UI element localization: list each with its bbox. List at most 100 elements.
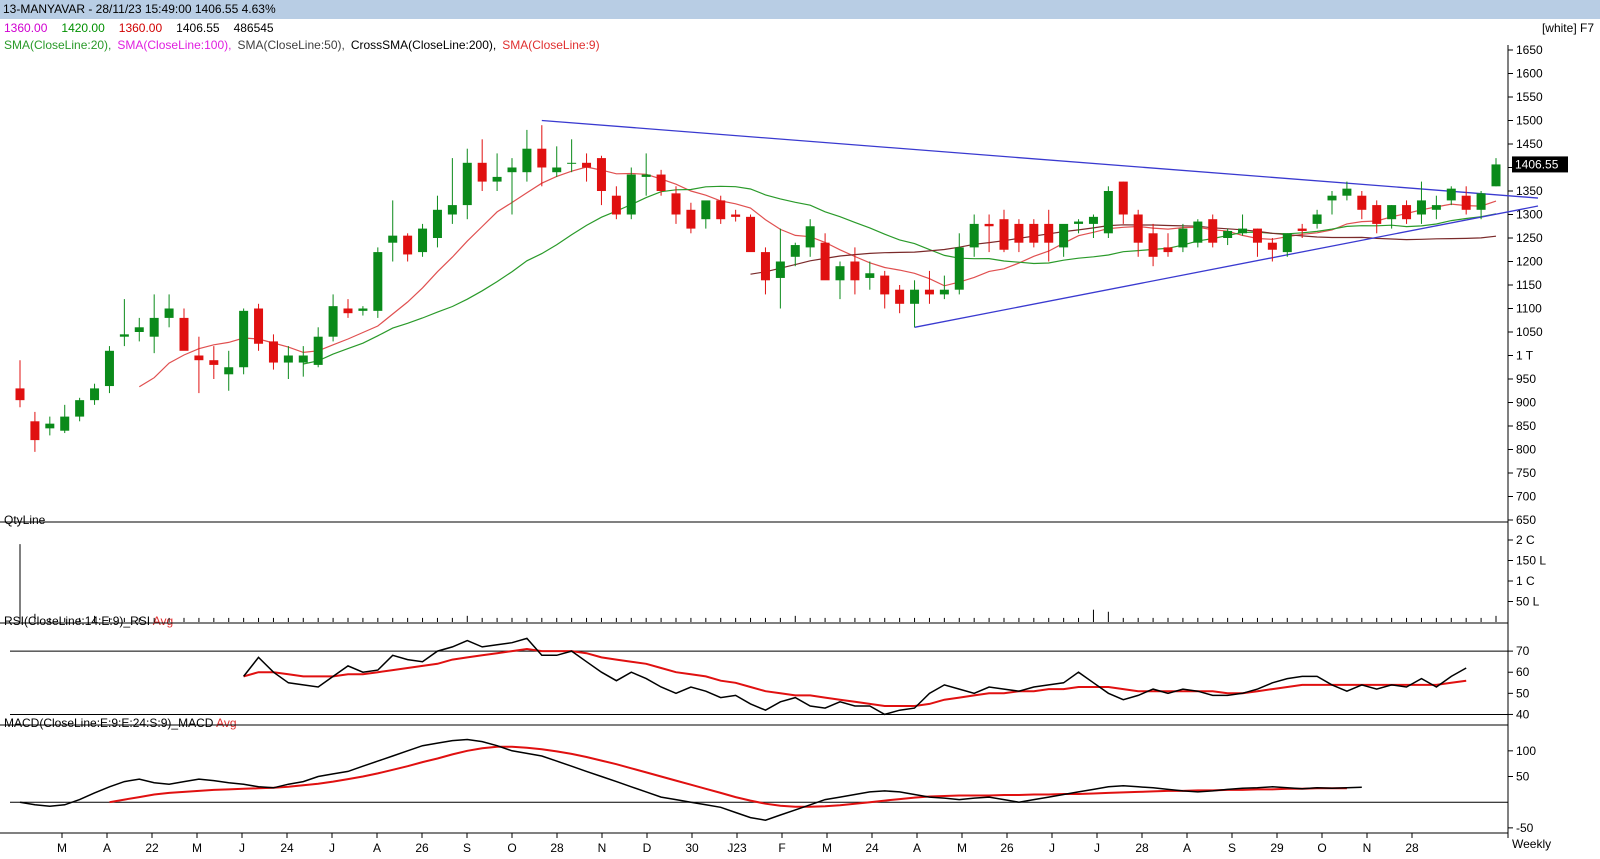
- candle-body: [969, 223, 979, 248]
- price-tick-label: 700: [1516, 490, 1536, 504]
- candle-body: [1088, 216, 1098, 224]
- price-tick-label: 1050: [1516, 325, 1543, 339]
- volume-axis: 2 C 150 L 1 C 50 L: [1508, 533, 1546, 609]
- candle-body: [835, 266, 845, 281]
- timeframe-label: Weekly: [1512, 837, 1551, 851]
- candle-body: [104, 350, 114, 387]
- candle-body: [1416, 200, 1426, 215]
- candle-body: [760, 252, 770, 281]
- price-chart[interactable]: 1650160015501500145014001350130012501200…: [0, 0, 1600, 859]
- candle-body: [1163, 247, 1173, 253]
- candle-body: [805, 226, 815, 248]
- candle-body: [1446, 188, 1456, 201]
- candle-body: [939, 289, 949, 295]
- candle-body: [522, 148, 532, 173]
- time-tick-label: 24: [280, 841, 294, 855]
- sma50-line: [750, 224, 1497, 275]
- candle-body: [239, 310, 249, 368]
- candle-body: [418, 228, 428, 253]
- rsi-tick-label: 60: [1516, 665, 1530, 679]
- price-tick-label: 1600: [1516, 67, 1543, 81]
- time-tick-label: J23: [727, 841, 747, 855]
- volume-tick-label: 2 C: [1516, 533, 1535, 547]
- macd-tick-label: 100: [1516, 744, 1536, 758]
- time-tick-label: N: [598, 841, 607, 855]
- time-tick-label: D: [643, 841, 652, 855]
- time-tick-label: 30: [685, 841, 699, 855]
- price-tick-label: 1350: [1516, 184, 1543, 198]
- candle-body: [358, 308, 368, 311]
- price-tick-label: 900: [1516, 396, 1536, 410]
- time-tick-label: M: [57, 841, 67, 855]
- price-tick-label: 1100: [1516, 302, 1542, 316]
- rsi-line: [243, 637, 1467, 716]
- candle-body: [820, 242, 830, 281]
- candle-body: [641, 174, 651, 177]
- candle-body: [149, 317, 159, 337]
- time-tick-label: 22: [145, 841, 159, 855]
- price-tick-label: 650: [1516, 513, 1536, 527]
- candle-body: [701, 200, 711, 220]
- candle-body: [910, 289, 920, 304]
- candle-body: [373, 252, 383, 311]
- time-tick-label: F: [778, 841, 785, 855]
- rsi-avg-line: [243, 647, 1467, 707]
- candle-body: [1402, 205, 1412, 220]
- candle-body: [537, 148, 547, 168]
- time-tick-label: S: [463, 841, 471, 855]
- candle-body: [1312, 214, 1322, 224]
- candle-body: [75, 400, 85, 417]
- candle-body: [716, 200, 726, 220]
- candle-body: [1238, 228, 1248, 234]
- candle-body: [1029, 223, 1039, 243]
- candle-body: [1059, 223, 1069, 248]
- candle-body: [1014, 223, 1024, 243]
- candle-body: [1387, 205, 1397, 220]
- candle-body: [447, 205, 457, 215]
- candle-body: [567, 162, 577, 164]
- time-tick-label: N: [1363, 841, 1372, 855]
- candle-body: [775, 261, 785, 278]
- candle-body: [30, 421, 40, 441]
- time-tick-label: M: [822, 841, 832, 855]
- candle-body: [209, 360, 219, 365]
- candle-body: [60, 416, 70, 431]
- price-tick-label: 1 T: [1516, 349, 1534, 363]
- time-tick-label: 28: [550, 841, 564, 855]
- candle-body: [880, 275, 890, 295]
- candle-body: [746, 216, 756, 253]
- candle-body: [1148, 233, 1158, 257]
- candle-body: [1431, 205, 1441, 210]
- candle-body: [790, 245, 800, 257]
- candle-body: [552, 167, 562, 173]
- time-tick-label: 24: [865, 841, 879, 855]
- candle-body: [179, 317, 189, 351]
- price-axis: 1650160015501500145014001350130012501200…: [1508, 43, 1543, 527]
- price-tick-label: 750: [1516, 466, 1536, 480]
- candle-body: [268, 341, 278, 363]
- candle-body: [686, 209, 696, 229]
- time-tick-label: 28: [1135, 841, 1149, 855]
- candle-body: [432, 209, 442, 238]
- time-tick-label: A: [1183, 841, 1191, 855]
- candle-body: [895, 289, 905, 304]
- candle-body: [492, 176, 502, 182]
- candle-body: [1491, 164, 1501, 187]
- upper-trendline: [541, 119, 1539, 199]
- time-tick-label: 26: [415, 841, 429, 855]
- candle-body: [388, 235, 398, 243]
- candle-body: [1342, 188, 1352, 196]
- candle-body: [984, 223, 994, 227]
- time-tick-label: J: [239, 841, 245, 855]
- candle-body: [1372, 205, 1382, 224]
- candle-body: [224, 367, 234, 375]
- candle-body: [596, 158, 606, 191]
- candle-body: [45, 423, 55, 429]
- macd-tick-label: 50: [1516, 770, 1530, 784]
- candle-body: [1044, 223, 1054, 243]
- price-tick-label: 1650: [1516, 43, 1543, 57]
- candle-body: [283, 355, 293, 363]
- time-tick-label: 29: [1270, 841, 1284, 855]
- candle-body: [164, 308, 174, 318]
- candle-body: [90, 388, 100, 401]
